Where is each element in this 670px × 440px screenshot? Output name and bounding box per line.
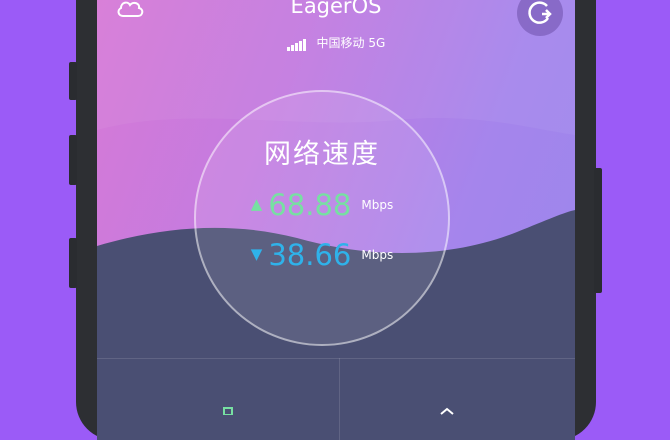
arrow-up-icon: ▲ bbox=[250, 195, 263, 213]
upload-speed: ▲ 68.88 Mbps bbox=[194, 188, 450, 222]
download-unit: Mbps bbox=[361, 248, 394, 262]
bottom-right-tab-icon[interactable] bbox=[437, 407, 457, 415]
phone-side-button bbox=[69, 62, 77, 100]
upload-value: 68.88 bbox=[268, 188, 352, 222]
carrier-label: 中国移动 5G bbox=[316, 36, 386, 50]
status-bar: 中国移动 5G bbox=[97, 34, 575, 51]
phone-side-button bbox=[69, 238, 77, 288]
upload-unit: Mbps bbox=[361, 198, 394, 212]
phone-screen: EagerOS 中国移动 5G 网络速度 ▲ 68.88 Mbps ▼ 38.66 Mb… bbox=[97, 0, 575, 440]
speed-title: 网络速度 bbox=[264, 139, 380, 170]
download-value: 38.66 bbox=[268, 238, 352, 272]
phone-side-button bbox=[69, 135, 77, 185]
bottom-divider-vertical bbox=[339, 358, 340, 440]
app-title: EagerOS bbox=[290, 0, 382, 18]
arrow-down-icon: ▼ bbox=[250, 245, 263, 263]
bottom-left-tab-icon[interactable] bbox=[219, 407, 239, 415]
refresh-icon[interactable] bbox=[517, 0, 563, 36]
phone-power-button bbox=[594, 168, 602, 293]
signal-bars-icon bbox=[286, 37, 307, 51]
download-speed: ▼ 38.66 Mbps bbox=[194, 238, 450, 272]
bottom-divider bbox=[97, 358, 575, 359]
